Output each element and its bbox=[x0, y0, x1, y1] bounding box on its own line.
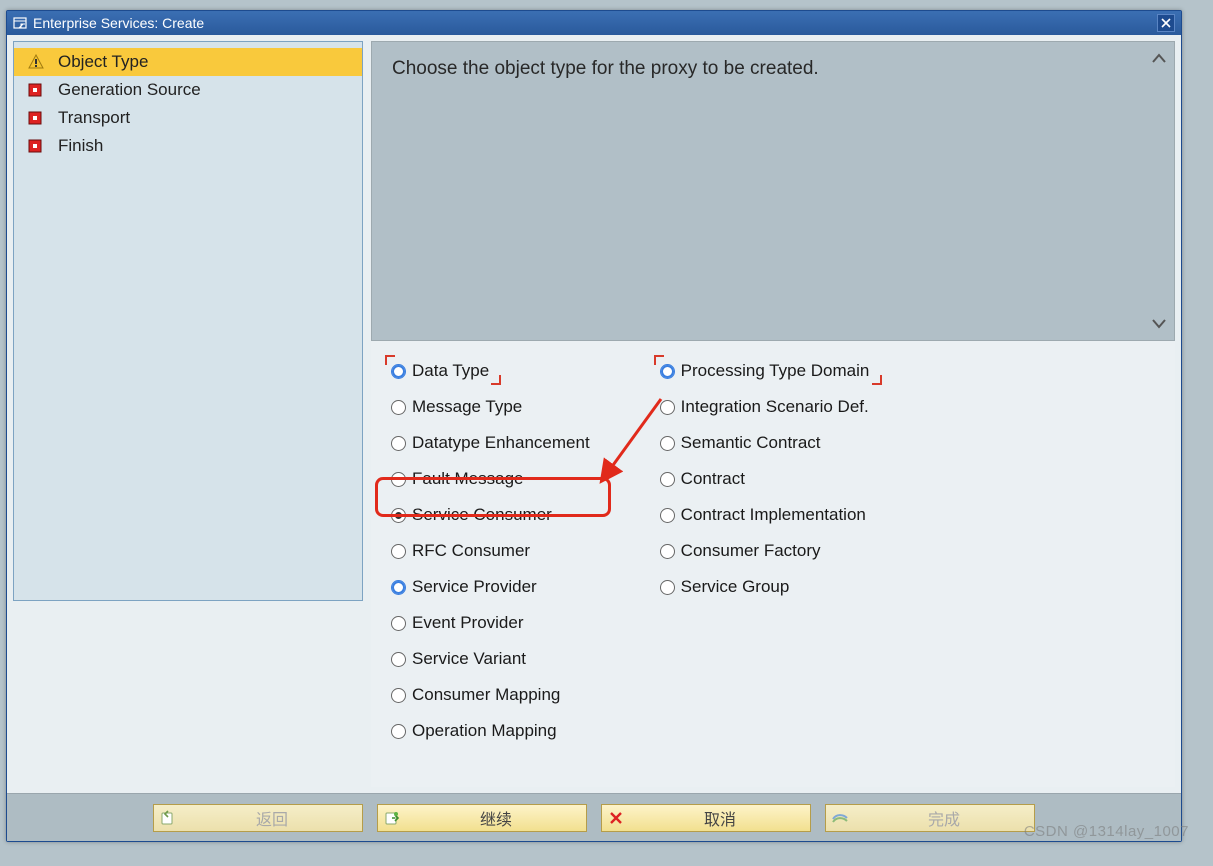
window-title: Enterprise Services: Create bbox=[33, 15, 204, 31]
radio-fault-message[interactable]: Fault Message bbox=[391, 467, 590, 491]
dialog-window: Enterprise Services: Create Object Type G… bbox=[6, 10, 1182, 842]
radio-service-consumer[interactable]: Service Consumer bbox=[391, 503, 590, 527]
radio-icon bbox=[391, 616, 406, 631]
radio-label: Integration Scenario Def. bbox=[681, 397, 869, 417]
step-pending-icon bbox=[28, 82, 44, 98]
radio-label: Contract Implementation bbox=[681, 505, 866, 525]
window-icon bbox=[13, 16, 27, 30]
continue-label: 继续 bbox=[406, 806, 586, 830]
main-panel: Choose the object type for the proxy to … bbox=[371, 41, 1175, 787]
object-type-options: Data Type Message Type Datatype Enhancemen… bbox=[371, 341, 1175, 787]
radio-label: Datatype Enhancement bbox=[412, 433, 590, 453]
radio-operation-mapping[interactable]: Operation Mapping bbox=[391, 719, 590, 743]
back-label: 返回 bbox=[182, 806, 362, 830]
wizard-step-generation-source[interactable]: Generation Source bbox=[14, 76, 362, 104]
scroll-up-icon[interactable] bbox=[1148, 48, 1170, 70]
continue-button[interactable]: 继续 bbox=[377, 804, 587, 832]
focus-corner-icon bbox=[654, 355, 664, 365]
radio-icon bbox=[391, 472, 406, 487]
warning-icon bbox=[28, 54, 44, 70]
options-column-left: Data Type Message Type Datatype Enhancemen… bbox=[391, 359, 590, 769]
radio-icon bbox=[660, 364, 675, 379]
radio-icon bbox=[660, 472, 675, 487]
step-pending-icon bbox=[28, 138, 44, 154]
radio-contract-implementation[interactable]: Contract Implementation bbox=[660, 503, 870, 527]
radio-label: Operation Mapping bbox=[412, 721, 557, 741]
radio-label: Fault Message bbox=[412, 469, 524, 489]
continue-icon bbox=[378, 810, 406, 826]
radio-label: Consumer Factory bbox=[681, 541, 821, 561]
wizard-step-label: Generation Source bbox=[58, 80, 201, 100]
radio-label: Processing Type Domain bbox=[681, 361, 870, 381]
scroll-down-icon[interactable] bbox=[1148, 312, 1170, 334]
radio-label: Service Variant bbox=[412, 649, 526, 669]
radio-icon bbox=[391, 652, 406, 667]
back-icon bbox=[154, 810, 182, 826]
radio-service-variant[interactable]: Service Variant bbox=[391, 647, 590, 671]
radio-icon bbox=[391, 544, 406, 559]
radio-icon bbox=[660, 400, 675, 415]
focus-corner-icon bbox=[385, 355, 395, 365]
radio-label: Data Type bbox=[412, 361, 489, 381]
wizard-step-label: Transport bbox=[58, 108, 130, 128]
back-button[interactable]: 返回 bbox=[153, 804, 363, 832]
options-column-right: Processing Type Domain Integration Scenar… bbox=[660, 359, 870, 769]
instruction-text: Choose the object type for the proxy to … bbox=[392, 58, 819, 79]
radio-consumer-mapping[interactable]: Consumer Mapping bbox=[391, 683, 590, 707]
step-pending-icon bbox=[28, 110, 44, 126]
radio-processing-type-domain[interactable]: Processing Type Domain bbox=[660, 359, 870, 383]
radio-label: Consumer Mapping bbox=[412, 685, 560, 705]
radio-icon bbox=[391, 364, 406, 379]
focus-corner-icon bbox=[872, 375, 882, 385]
radio-icon bbox=[660, 580, 675, 595]
radio-integration-scenario-def-[interactable]: Integration Scenario Def. bbox=[660, 395, 870, 419]
wizard-step-label: Object Type bbox=[58, 52, 148, 72]
radio-service-provider[interactable]: Service Provider bbox=[391, 575, 590, 599]
dialog-body: Object Type Generation Source Transport Fin… bbox=[13, 41, 1175, 787]
radio-label: Semantic Contract bbox=[681, 433, 821, 453]
titlebar: Enterprise Services: Create bbox=[7, 11, 1181, 35]
radio-label: Service Provider bbox=[412, 577, 537, 597]
dialog-footer: 返回 继续 取消 完成 bbox=[7, 793, 1181, 841]
close-icon bbox=[1161, 18, 1171, 28]
instruction-pane: Choose the object type for the proxy to … bbox=[371, 41, 1175, 341]
wizard-step-transport[interactable]: Transport bbox=[14, 104, 362, 132]
radio-contract[interactable]: Contract bbox=[660, 467, 870, 491]
radio-icon bbox=[391, 436, 406, 451]
radio-icon bbox=[391, 688, 406, 703]
radio-message-type[interactable]: Message Type bbox=[391, 395, 590, 419]
radio-event-provider[interactable]: Event Provider bbox=[391, 611, 590, 635]
radio-label: Service Consumer bbox=[412, 505, 552, 525]
radio-label: Message Type bbox=[412, 397, 522, 417]
radio-icon bbox=[391, 724, 406, 739]
finish-icon bbox=[826, 811, 854, 825]
cancel-label: 取消 bbox=[630, 806, 810, 830]
cancel-icon bbox=[602, 811, 630, 825]
wizard-step-object-type[interactable]: Object Type bbox=[14, 48, 362, 76]
finish-button[interactable]: 完成 bbox=[825, 804, 1035, 832]
radio-datatype-enhancement[interactable]: Datatype Enhancement bbox=[391, 431, 590, 455]
radio-label: Contract bbox=[681, 469, 745, 489]
finish-label: 完成 bbox=[854, 806, 1034, 830]
wizard-step-label: Finish bbox=[58, 136, 103, 156]
radio-icon bbox=[660, 436, 675, 451]
radio-icon bbox=[391, 580, 406, 595]
wizard-step-finish[interactable]: Finish bbox=[14, 132, 362, 160]
radio-icon bbox=[660, 544, 675, 559]
focus-corner-icon bbox=[491, 375, 501, 385]
radio-icon bbox=[391, 508, 406, 523]
radio-label: Service Group bbox=[681, 577, 790, 597]
radio-icon bbox=[391, 400, 406, 415]
wizard-steps-sidebar: Object Type Generation Source Transport Fin… bbox=[13, 41, 363, 601]
radio-consumer-factory[interactable]: Consumer Factory bbox=[660, 539, 870, 563]
scrollbar[interactable] bbox=[1146, 48, 1172, 334]
radio-label: RFC Consumer bbox=[412, 541, 530, 561]
cancel-button[interactable]: 取消 bbox=[601, 804, 811, 832]
close-button[interactable] bbox=[1157, 14, 1175, 32]
radio-icon bbox=[660, 508, 675, 523]
radio-label: Event Provider bbox=[412, 613, 524, 633]
radio-rfc-consumer[interactable]: RFC Consumer bbox=[391, 539, 590, 563]
radio-service-group[interactable]: Service Group bbox=[660, 575, 870, 599]
radio-semantic-contract[interactable]: Semantic Contract bbox=[660, 431, 870, 455]
